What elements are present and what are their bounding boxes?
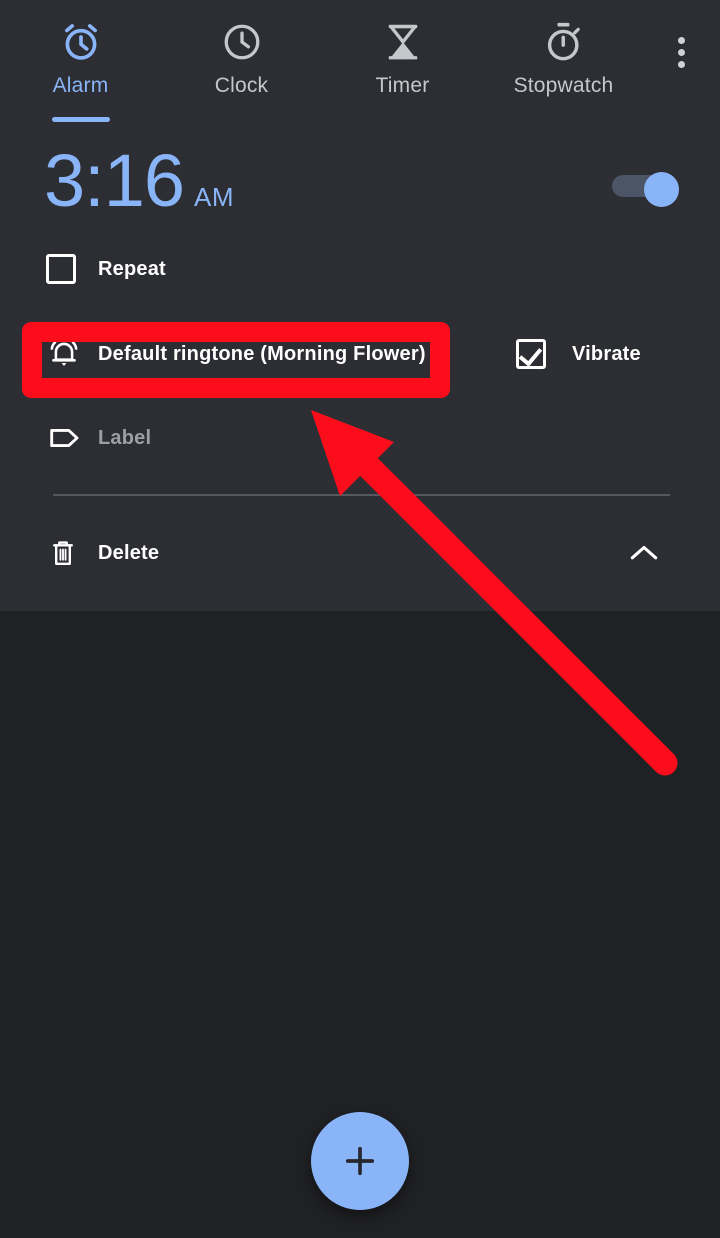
tab-alarm[interactable]: Alarm [0,0,161,128]
vibrate-row[interactable]: Vibrate [516,325,641,383]
alarm-time-value: 3:16 [44,139,185,222]
dot [677,60,685,68]
vibrate-label: Vibrate [572,342,641,365]
alarm-time-row: 3:16 AM [0,142,720,234]
checkbox-icon [46,254,76,284]
clock-app-screen: Alarm Clock Timer Stopwatch 3:16 AM Repe… [0,0,720,1238]
tab-active-indicator [51,117,110,122]
checkbox-checked-icon[interactable] [516,339,546,369]
tab-stopwatch-label: Stopwatch [513,74,614,97]
tab-timer[interactable]: Timer [322,0,483,128]
more-vertical-icon[interactable] [656,27,706,77]
alarm-label-text: Label [98,426,152,449]
repeat-row[interactable]: Repeat [0,240,720,298]
trash-icon [46,536,98,570]
bell-ring-icon [46,336,98,372]
card-divider [53,494,670,496]
alarm-clock-icon [58,18,104,66]
chevron-up-icon[interactable] [624,536,664,570]
toggle-thumb [644,172,679,207]
tab-alarm-label: Alarm [52,74,109,97]
top-tab-bar: Alarm Clock Timer Stopwatch [0,0,720,128]
repeat-checkbox[interactable] [46,254,98,284]
delete-label: Delete [98,541,160,564]
tab-clock[interactable]: Clock [161,0,322,128]
tab-timer-label: Timer [375,74,430,97]
tag-icon [46,419,98,457]
clock-icon [220,18,264,66]
plus-icon [345,1146,375,1176]
delete-row[interactable]: Delete [0,524,720,582]
alarm-enabled-toggle[interactable] [612,172,680,207]
repeat-label: Repeat [98,257,166,280]
alarm-label-row[interactable]: Label [0,409,720,467]
ringtone-label: Default ringtone (Morning Flower) [98,342,426,365]
add-alarm-button[interactable] [311,1112,409,1210]
alarm-time[interactable]: 3:16 AM [44,142,234,220]
hourglass-icon [381,18,425,66]
dot [677,48,685,56]
alarm-time-meridiem: AM [194,182,235,212]
dot [677,36,685,44]
tab-stopwatch[interactable]: Stopwatch [483,0,644,128]
alarm-expanded-card: 3:16 AM Repeat Default ringtone (Morning… [0,128,720,611]
tab-clock-label: Clock [214,74,269,97]
stopwatch-icon [541,18,587,66]
